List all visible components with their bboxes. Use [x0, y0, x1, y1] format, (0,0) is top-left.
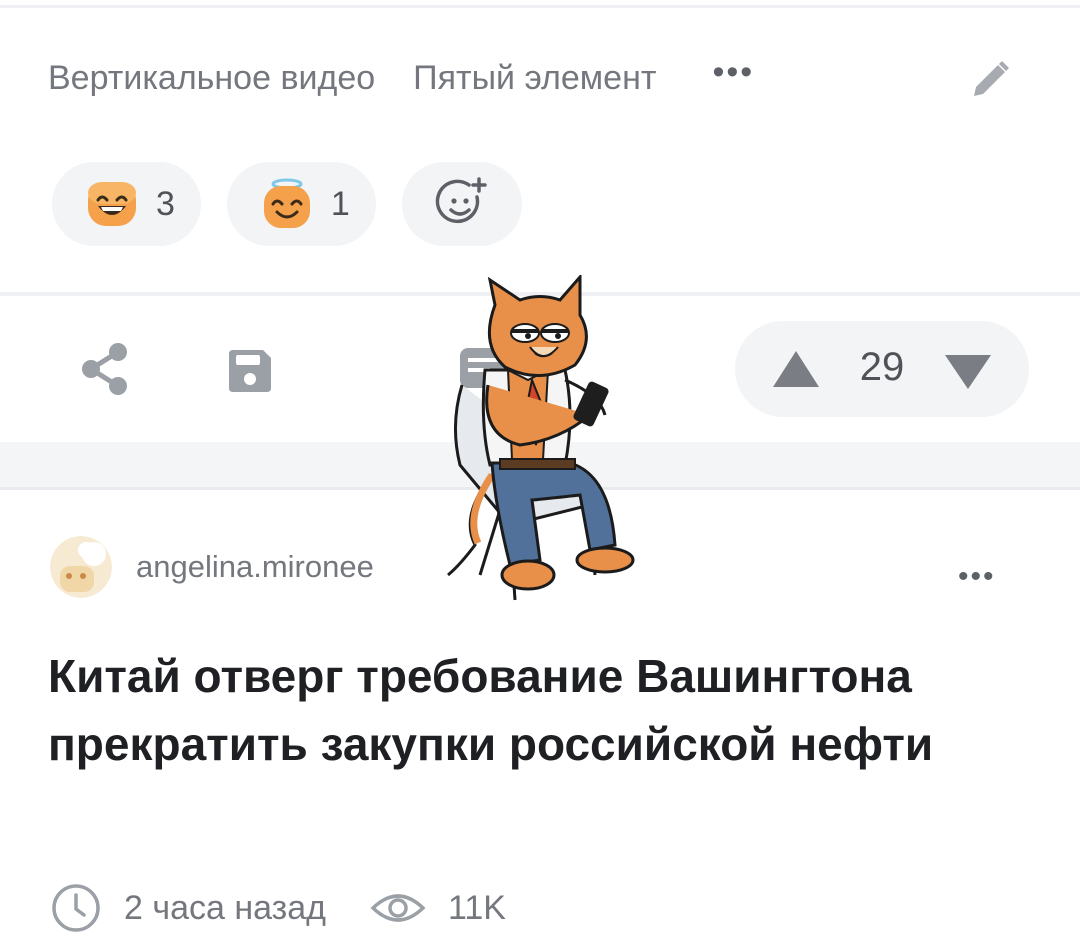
upvote-icon[interactable] — [771, 349, 821, 389]
post-views: 11K — [447, 888, 506, 927]
top-divider — [0, 0, 1080, 8]
pencil-icon — [974, 61, 1009, 96]
reaction-halo[interactable]: 1 — [226, 162, 376, 246]
reaction-grinning[interactable]: 3 — [52, 162, 201, 246]
smiling-face-with-halo-icon — [263, 178, 310, 228]
add-reaction-button[interactable] — [401, 162, 522, 246]
post-time: 2 часа назад — [124, 888, 326, 927]
clock-icon — [52, 884, 100, 932]
tags-more-button[interactable]: ••• — [712, 55, 754, 89]
tag-vertical-video[interactable]: Вертикальное видео — [48, 59, 375, 98]
eye-icon — [370, 894, 426, 922]
reactions-row: 3 1 — [52, 162, 548, 246]
rating-score: 29 — [859, 345, 905, 389]
rating-control: 29 — [735, 321, 1029, 417]
cat-sticker — [447, 275, 635, 601]
save-icon[interactable] — [225, 346, 275, 396]
grinning-face-icon — [88, 182, 136, 226]
post-author[interactable]: angelina.mironee — [50, 536, 374, 598]
edit-tags-button[interactable] — [966, 56, 1014, 104]
post-meta: 2 часа назад 11K — [50, 878, 506, 938]
downvote-icon[interactable] — [943, 353, 993, 393]
tag-fifth-element[interactable]: Пятый элемент — [413, 59, 656, 98]
reaction-halo-count: 1 — [330, 184, 350, 223]
reaction-grinning-count: 3 — [156, 184, 175, 223]
tags-row: Вертикальное видео Пятый элемент ••• — [48, 55, 754, 101]
avatar[interactable] — [50, 536, 112, 598]
share-icon[interactable] — [80, 342, 130, 396]
post-title[interactable]: Китай отверг требование Вашингтона прекр… — [48, 642, 1028, 778]
add-emoji-icon — [435, 177, 487, 224]
post-more-button[interactable]: ••• — [958, 560, 996, 594]
author-name[interactable]: angelina.mironee — [136, 549, 374, 585]
